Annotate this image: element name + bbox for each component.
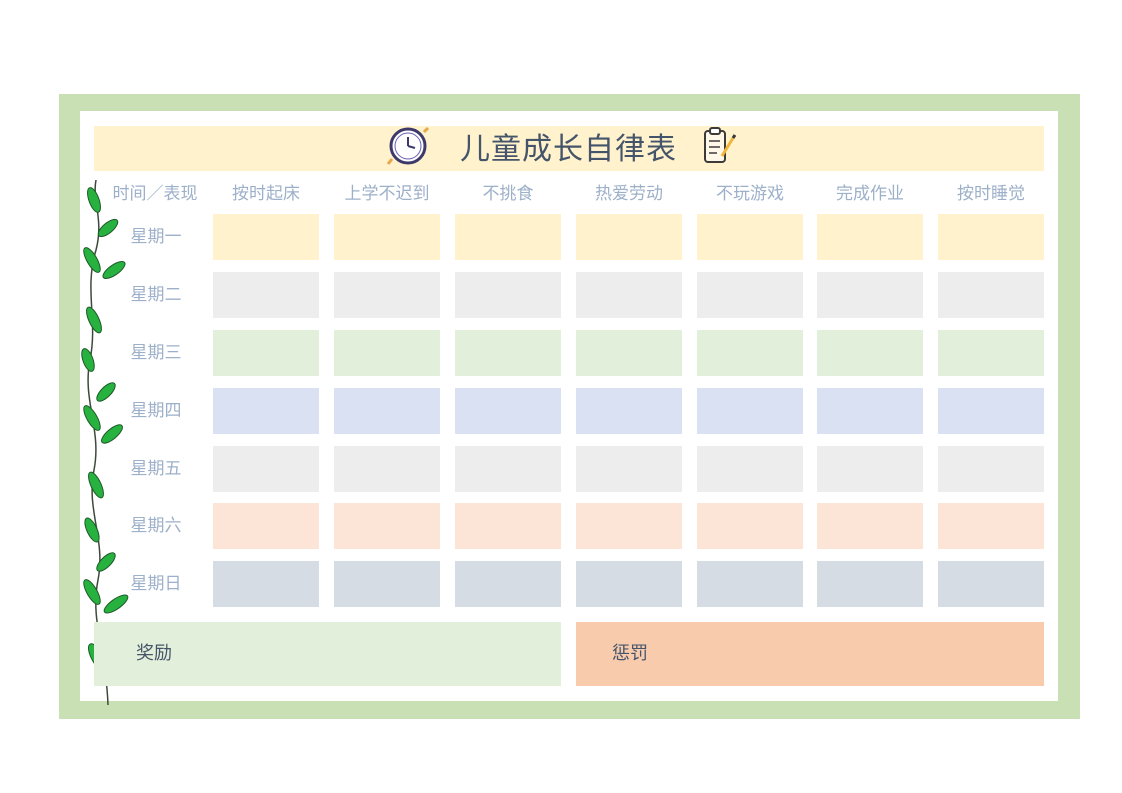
grid-cell[interactable] bbox=[455, 330, 561, 376]
header-col-5: 不玩游戏 bbox=[716, 184, 784, 204]
grid-cell[interactable] bbox=[817, 272, 923, 318]
grid-cell[interactable] bbox=[213, 446, 319, 492]
clock-icon bbox=[386, 126, 430, 165]
grid-cell[interactable] bbox=[817, 503, 923, 549]
grid-cell[interactable] bbox=[455, 561, 561, 607]
grid-cell[interactable] bbox=[697, 446, 803, 492]
header-col-7: 按时睡觉 bbox=[957, 184, 1025, 204]
grid-cell[interactable] bbox=[213, 561, 319, 607]
grid-cell[interactable] bbox=[455, 214, 561, 260]
grid-cell[interactable] bbox=[938, 330, 1044, 376]
day-label-wed: 星期三 bbox=[130, 343, 182, 363]
grid-cell[interactable] bbox=[213, 330, 319, 376]
grid-cell[interactable] bbox=[455, 503, 561, 549]
clipboard-icon bbox=[704, 127, 736, 163]
reward-label: 奖励 bbox=[136, 643, 172, 664]
grid-cell[interactable] bbox=[455, 446, 561, 492]
grid-cell[interactable] bbox=[213, 214, 319, 260]
grid-cell[interactable] bbox=[334, 330, 440, 376]
page-title: 儿童成长自律表 bbox=[460, 132, 677, 167]
grid-cell[interactable] bbox=[817, 330, 923, 376]
grid-cell[interactable] bbox=[697, 214, 803, 260]
grid-cell[interactable] bbox=[938, 561, 1044, 607]
grid-cell[interactable] bbox=[817, 214, 923, 260]
grid-cell[interactable] bbox=[817, 561, 923, 607]
day-label-thu: 星期四 bbox=[130, 401, 182, 421]
day-label-mon: 星期一 bbox=[130, 227, 182, 247]
punish-label: 惩罚 bbox=[612, 643, 648, 664]
grid-cell[interactable] bbox=[576, 388, 682, 434]
grid-cell[interactable] bbox=[697, 561, 803, 607]
grid-cell[interactable] bbox=[576, 503, 682, 549]
day-label-sun: 星期日 bbox=[130, 574, 182, 594]
grid-cell[interactable] bbox=[334, 561, 440, 607]
grid-cell[interactable] bbox=[576, 330, 682, 376]
grid-cell[interactable] bbox=[576, 214, 682, 260]
grid-cell[interactable] bbox=[817, 446, 923, 492]
grid-cell[interactable] bbox=[455, 272, 561, 318]
header-col-1: 按时起床 bbox=[232, 184, 300, 204]
header-col-3: 不挑食 bbox=[482, 184, 534, 204]
grid-cell[interactable] bbox=[697, 388, 803, 434]
grid-cell[interactable] bbox=[938, 388, 1044, 434]
grid-cell[interactable] bbox=[455, 388, 561, 434]
grid-cell[interactable] bbox=[213, 503, 319, 549]
grid-cell[interactable] bbox=[938, 503, 1044, 549]
grid-cell[interactable] bbox=[697, 272, 803, 318]
grid-cell[interactable] bbox=[938, 272, 1044, 318]
grid-cell[interactable] bbox=[817, 388, 923, 434]
header-col-6: 完成作业 bbox=[836, 184, 904, 204]
grid-cell[interactable] bbox=[334, 272, 440, 318]
grid-cell[interactable] bbox=[576, 272, 682, 318]
grid-cell[interactable] bbox=[334, 388, 440, 434]
header-time-performance: 时间／表现 bbox=[112, 184, 198, 204]
grid-cell[interactable] bbox=[697, 330, 803, 376]
day-label-sat: 星期六 bbox=[130, 516, 182, 536]
grid-cell[interactable] bbox=[334, 446, 440, 492]
grid-cell[interactable] bbox=[334, 503, 440, 549]
grid-cell[interactable] bbox=[938, 214, 1044, 260]
day-label-tue: 星期二 bbox=[130, 285, 182, 305]
grid-cell[interactable] bbox=[334, 214, 440, 260]
grid-cell[interactable] bbox=[697, 503, 803, 549]
day-label-fri: 星期五 bbox=[130, 459, 182, 479]
grid-cell[interactable] bbox=[213, 272, 319, 318]
grid-cell[interactable] bbox=[576, 446, 682, 492]
grid-cell[interactable] bbox=[938, 446, 1044, 492]
grid-cell[interactable] bbox=[576, 561, 682, 607]
header-col-2: 上学不迟到 bbox=[344, 184, 430, 204]
grid-cell[interactable] bbox=[213, 388, 319, 434]
header-col-4: 热爱劳动 bbox=[595, 184, 663, 204]
